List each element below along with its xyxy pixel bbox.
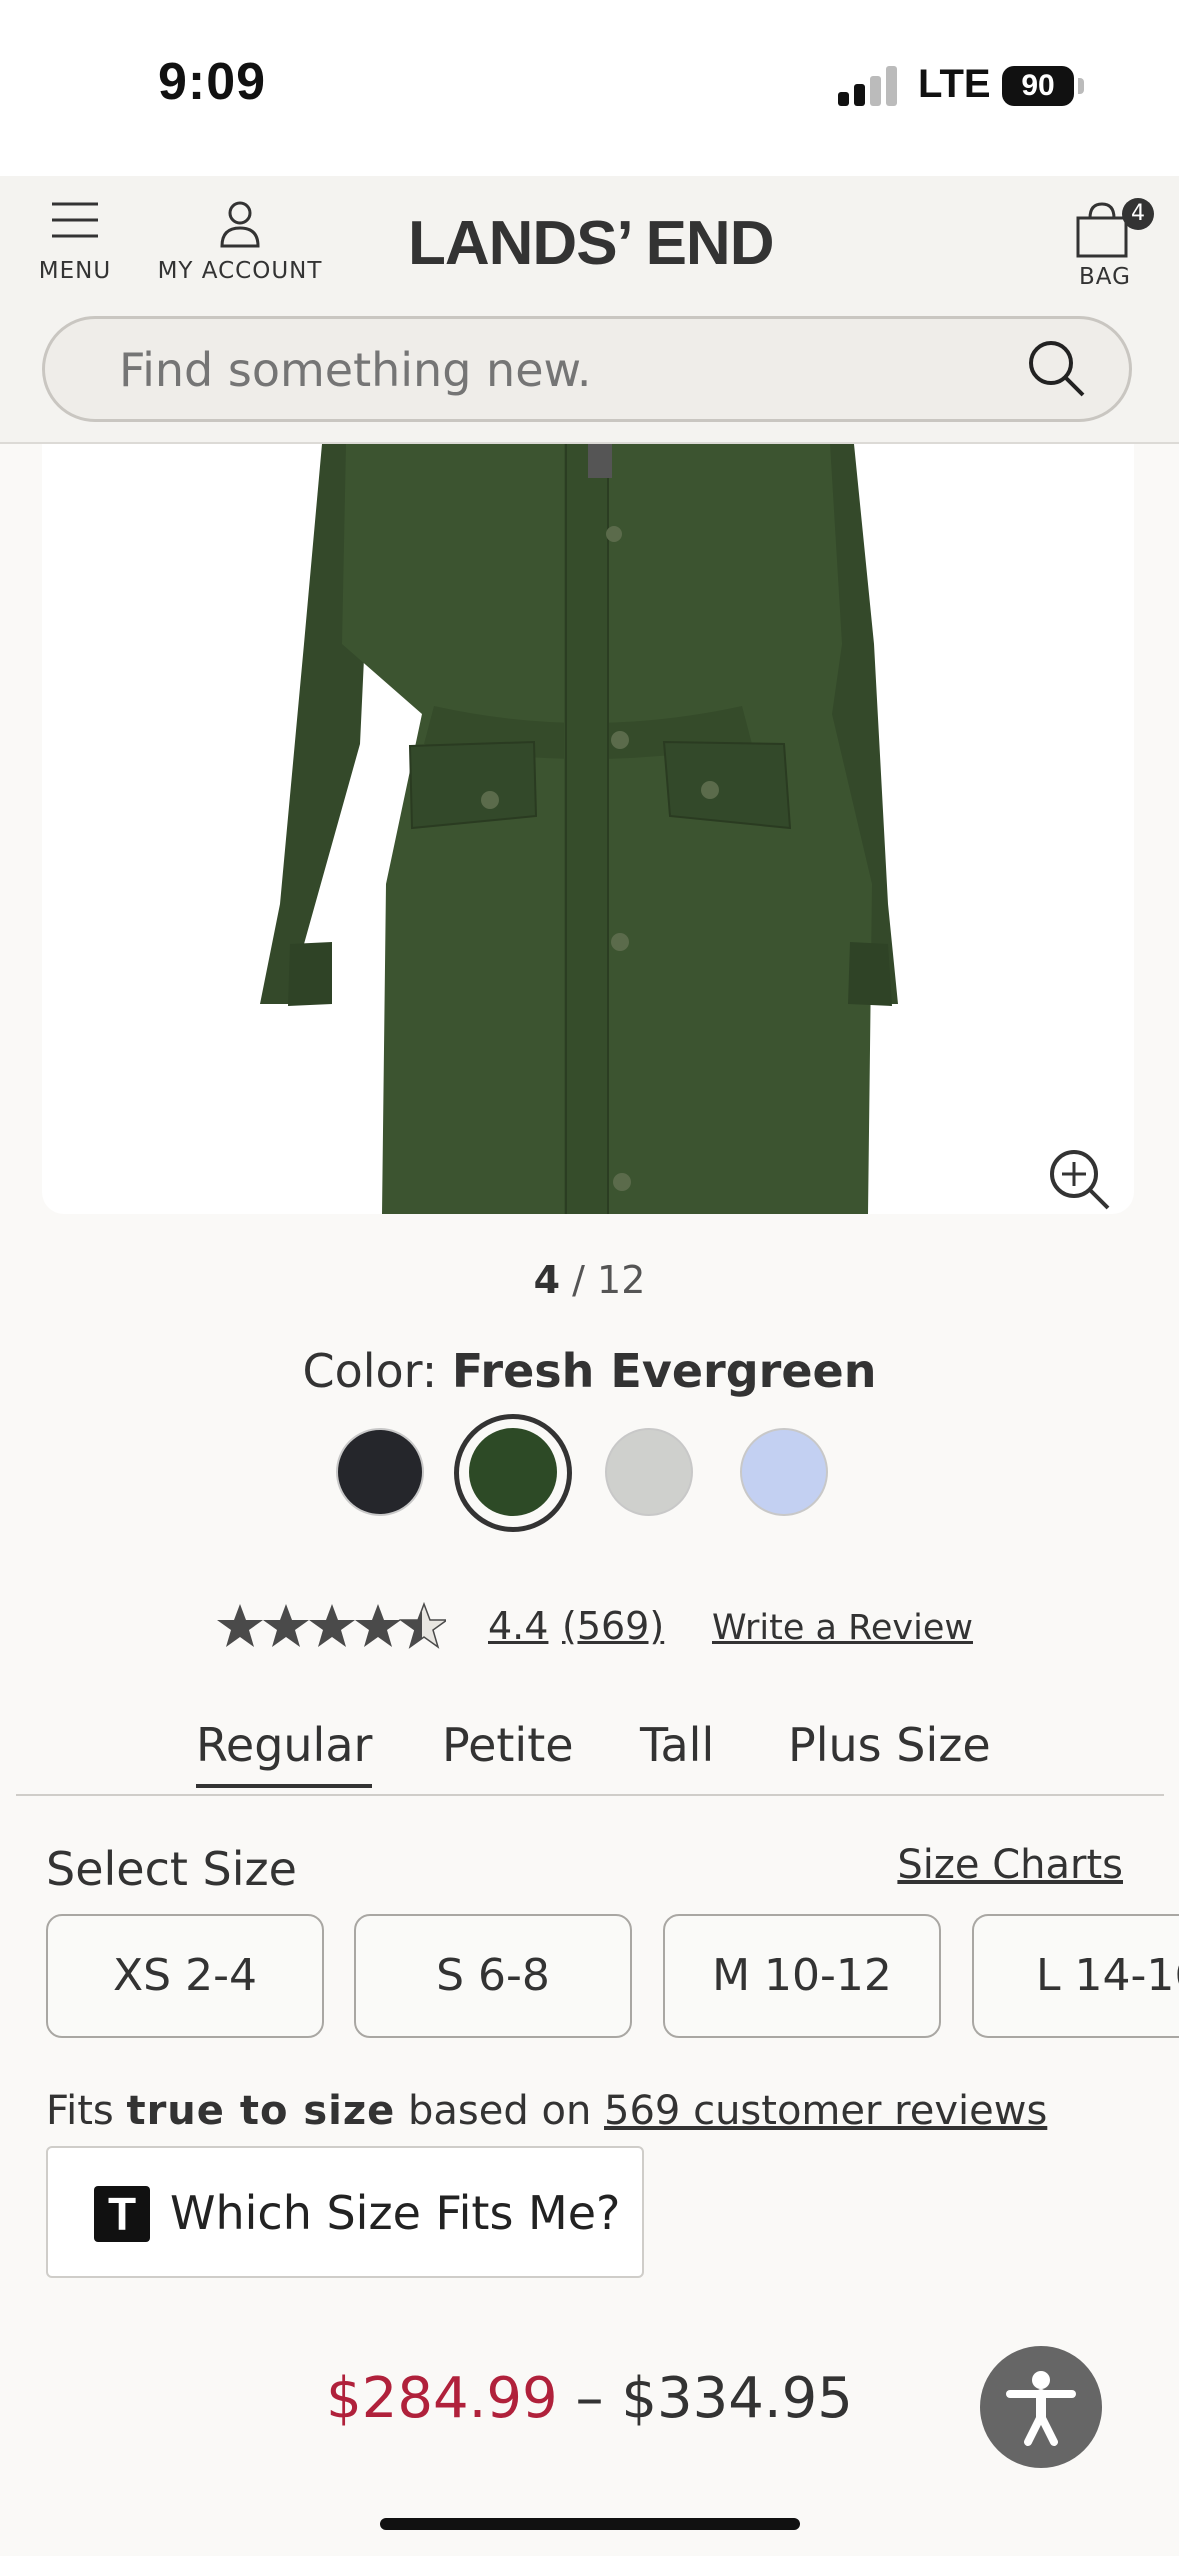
network-type: LTE — [918, 62, 991, 106]
my-account-button[interactable]: MY ACCOUNT — [150, 200, 330, 284]
sale-price: $284.99 — [326, 2366, 558, 2431]
rating-row: 4.4 (569) Write a Review — [216, 1596, 1016, 1666]
bag-count-badge: 4 — [1122, 198, 1154, 230]
select-size-label: Select Size — [46, 1842, 297, 1896]
product-image[interactable] — [42, 444, 1134, 1214]
size-option-s[interactable]: S 6-8 — [354, 1914, 632, 2038]
accessibility-icon — [1006, 2371, 1076, 2446]
status-time: 9:09 — [158, 53, 267, 111]
truefit-logo-icon: T — [94, 2186, 150, 2242]
rating-value[interactable]: 4.4 — [488, 1604, 548, 1648]
coat-illustration — [260, 444, 898, 1214]
accessibility-button[interactable] — [980, 2346, 1102, 2468]
tab-regular[interactable]: Regular — [196, 1718, 373, 1788]
color-label: Color: — [302, 1344, 438, 1398]
fit-note-prefix: Fits — [46, 2088, 114, 2134]
size-option-xs[interactable]: XS 2-4 — [46, 1914, 324, 2038]
tab-plus-size[interactable]: Plus Size — [788, 1718, 991, 1772]
which-size-fits-me-button[interactable]: T Which Size Fits Me? — [46, 2146, 644, 2278]
my-account-label: MY ACCOUNT — [157, 258, 323, 284]
fit-tabs: Regular Petite Tall Plus Size — [16, 1710, 1164, 1796]
tab-petite[interactable]: Petite — [442, 1718, 574, 1772]
swatch-light-blue[interactable] — [740, 1428, 828, 1516]
battery-icon: 90 — [1002, 66, 1074, 106]
swatch-black[interactable] — [336, 1428, 424, 1516]
tab-tall[interactable]: Tall — [640, 1718, 714, 1772]
size-option-l[interactable]: L 14-16 — [972, 1914, 1179, 2038]
hamburger-icon — [52, 202, 98, 238]
search-icon[interactable] — [1025, 337, 1087, 399]
regular-price: $334.95 — [621, 2366, 853, 2431]
size-charts-link[interactable]: Size Charts — [897, 1842, 1123, 1888]
swatch-evergreen[interactable] — [469, 1428, 557, 1516]
which-size-label: Which Size Fits Me? — [170, 2186, 621, 2240]
swatch-light-gray[interactable] — [605, 1428, 693, 1516]
color-value: Fresh Evergreen — [451, 1344, 877, 1398]
star-rating-icon — [217, 1603, 446, 1648]
user-icon — [220, 201, 260, 248]
image-pager: 4 / 12 — [0, 1258, 1179, 1302]
menu-label: MENU — [38, 258, 112, 284]
search-input[interactable] — [117, 319, 1021, 421]
pager-separator: / — [572, 1258, 585, 1302]
brand-logo[interactable]: LANDS’ END — [408, 208, 774, 279]
zoom-icon[interactable] — [1044, 1144, 1114, 1214]
menu-button[interactable]: MENU — [30, 200, 120, 284]
fit-note-emphasis: true to size — [126, 2088, 396, 2134]
write-review-link[interactable]: Write a Review — [712, 1608, 973, 1648]
bag-label: BAG — [1079, 264, 1131, 290]
size-option-m[interactable]: M 10-12 — [663, 1914, 941, 2038]
battery-tip — [1078, 78, 1084, 94]
fit-note: Fits true to size based on 569 customer … — [46, 2088, 1047, 2134]
pager-total: 12 — [597, 1258, 646, 1302]
fit-note-middle: based on — [408, 2088, 592, 2134]
status-bar: 9:09 LTE 90 — [0, 0, 1179, 176]
search-bar — [42, 316, 1132, 422]
pager-current: 4 — [533, 1258, 561, 1302]
review-count[interactable]: (569) — [562, 1604, 664, 1648]
customer-reviews-link[interactable]: 569 customer reviews — [604, 2088, 1047, 2134]
home-indicator — [380, 2518, 800, 2530]
color-label-line: Color: Fresh Evergreen — [0, 1344, 1179, 1398]
signal-icon — [838, 66, 898, 106]
site-header: MENU MY ACCOUNT LANDS’ END 4 BAG — [0, 176, 1179, 444]
bag-button[interactable]: 4 BAG — [1060, 198, 1154, 290]
price-separator: – — [575, 2366, 604, 2431]
